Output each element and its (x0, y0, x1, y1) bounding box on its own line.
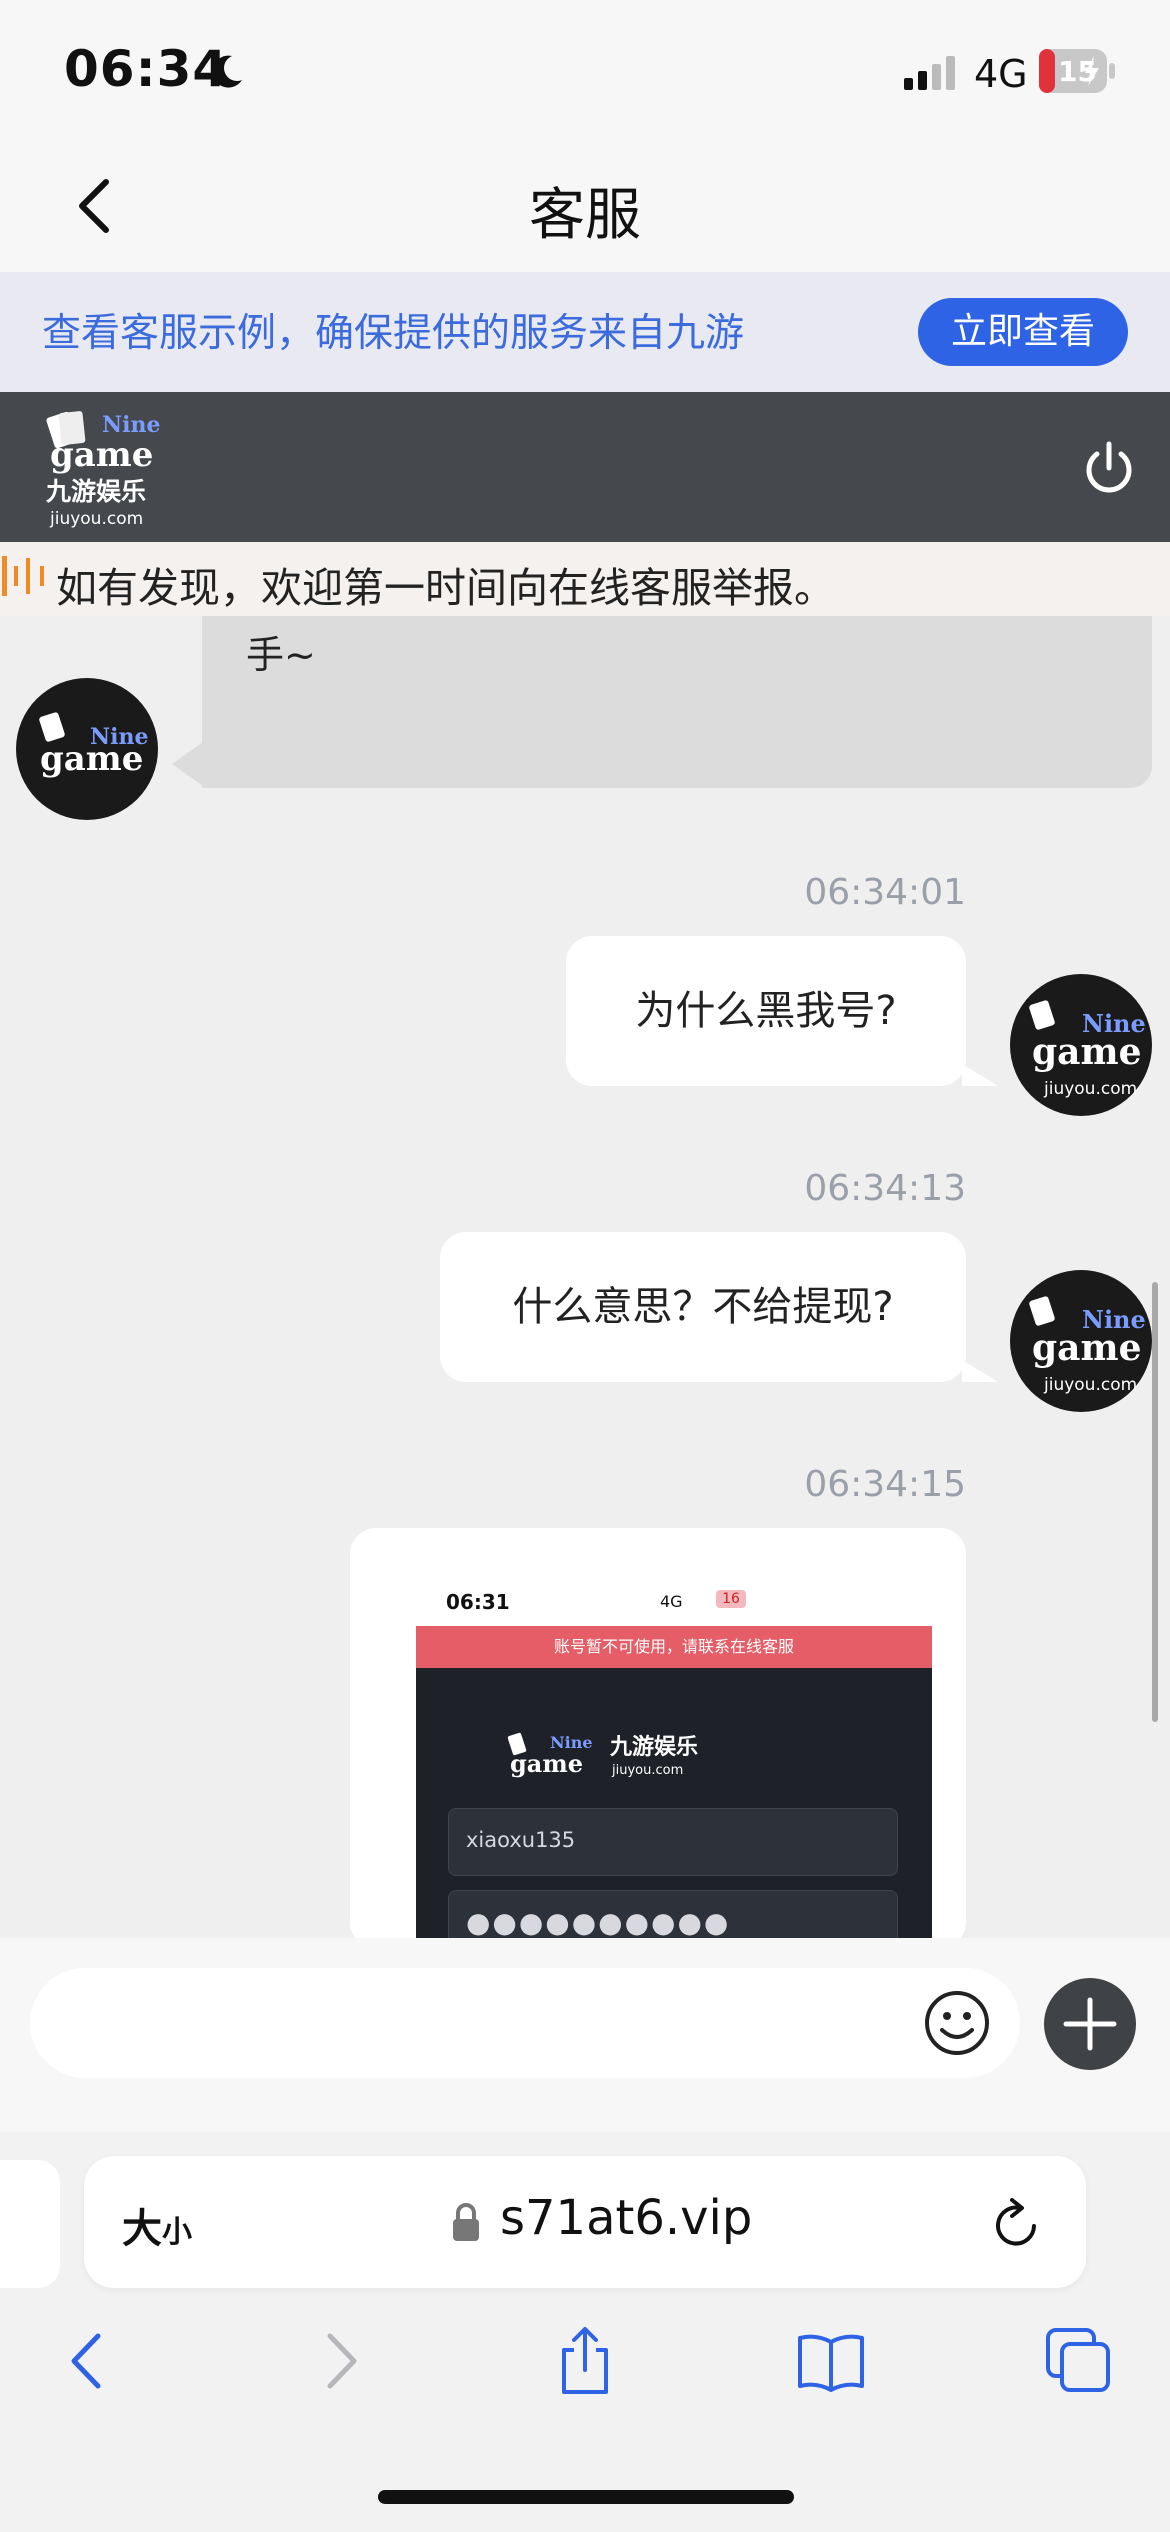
embedded-logo-cn: 九游娱乐 (609, 1734, 698, 1760)
network-label: 4G (974, 52, 1028, 96)
tabs-icon[interactable] (1044, 2326, 1114, 2396)
logo-domain: jiuyou.com (49, 509, 143, 529)
user-avatar: Nine game jiuyou.com (1010, 974, 1152, 1116)
back-icon[interactable] (54, 2326, 124, 2396)
agent-message-bubble (202, 616, 1152, 788)
chat-scrollbar[interactable] (1152, 1282, 1158, 1722)
user-avatar-domain: jiuyou.com (1043, 1079, 1137, 1099)
text-size-large: 大 (122, 2206, 162, 2252)
message-input[interactable] (30, 1968, 1020, 2078)
embedded-status-time: 06:31 (446, 1590, 510, 1614)
message-timestamp: 06:34:13 (804, 1168, 966, 1209)
user-avatar-game: game (1032, 1327, 1142, 1369)
user-avatar-game: game (1032, 1031, 1142, 1073)
embedded-logo-domain: jiuyou.com (611, 1763, 683, 1778)
message-timestamp: 06:34:15 (804, 1464, 966, 1505)
message-timestamp: 06:34:01 (804, 872, 966, 913)
logo-game: game (50, 435, 153, 475)
status-time: 06:34 (64, 40, 229, 98)
text-size-small: 小 (162, 2215, 192, 2250)
embedded-password: ●●●●●●●●●● (466, 1906, 731, 1938)
share-icon[interactable] (550, 2326, 620, 2396)
text-size-button[interactable]: 大小 (122, 2196, 192, 2254)
battery-icon: 15 (1039, 49, 1115, 93)
forward-icon[interactable] (304, 2326, 374, 2396)
notice-text: 查看客服示例，确保提供的服务来自九游 (42, 311, 745, 356)
brand-header (0, 392, 1170, 542)
url-text[interactable]: s71at6.vip (500, 2190, 752, 2246)
marquee-text: 如有发现，欢迎第一时间向在线客服举报。 (56, 564, 835, 612)
plus-button[interactable] (1044, 1978, 1136, 2070)
user-bubble-tail (962, 1360, 998, 1382)
reload-icon[interactable] (990, 2196, 1042, 2250)
home-indicator (378, 2490, 794, 2504)
power-icon[interactable] (1080, 440, 1138, 498)
bookmarks-icon[interactable] (796, 2326, 866, 2396)
agent-avatar-game: game (40, 739, 143, 779)
embedded-logo-game: game (510, 1749, 583, 1778)
agent-avatar: Nine game (16, 678, 158, 820)
agent-message-text: 手~ (246, 633, 316, 677)
embedded-battery: 16 (716, 1590, 746, 1608)
brand-logo: Nine game 九游娱乐 jiuyou.com (45, 411, 160, 529)
embedded-logo: Nine game 九游娱乐 jiuyou.com (507, 1732, 698, 1778)
embedded-username: xiaoxu135 (466, 1828, 576, 1852)
previous-tab-edge[interactable] (0, 2160, 60, 2288)
embedded-network: 4G (660, 1592, 683, 1611)
user-bubble-tail (962, 1064, 998, 1086)
announcement-icon (2, 556, 44, 596)
chat-area[interactable]: 手~ Nine game 06:34:01 为什么黑我号? Nine game … (0, 616, 1170, 1938)
view-now-button[interactable]: 立即查看 (918, 298, 1128, 366)
embedded-warning: 账号暂不可使用，请联系在线客服 (416, 1626, 932, 1668)
moon-icon (212, 55, 242, 88)
emoji-icon[interactable] (922, 1988, 992, 2058)
image-message-card[interactable]: 06:31 4G 16 账号暂不可使用，请联系在线客服 Nine game 九游… (350, 1528, 966, 1938)
page-title: 客服 (529, 183, 641, 248)
user-message-bubble: 为什么黑我号? (566, 936, 966, 1086)
lock-icon (453, 2203, 479, 2241)
signal-icon (904, 56, 955, 90)
logo-cn: 九游娱乐 (45, 477, 146, 506)
user-avatar-domain: jiuyou.com (1043, 1375, 1137, 1395)
agent-bubble-tail (172, 740, 206, 788)
user-avatar: Nine game jiuyou.com (1010, 1270, 1152, 1412)
user-message-bubble: 什么意思？不给提现? (440, 1232, 966, 1382)
